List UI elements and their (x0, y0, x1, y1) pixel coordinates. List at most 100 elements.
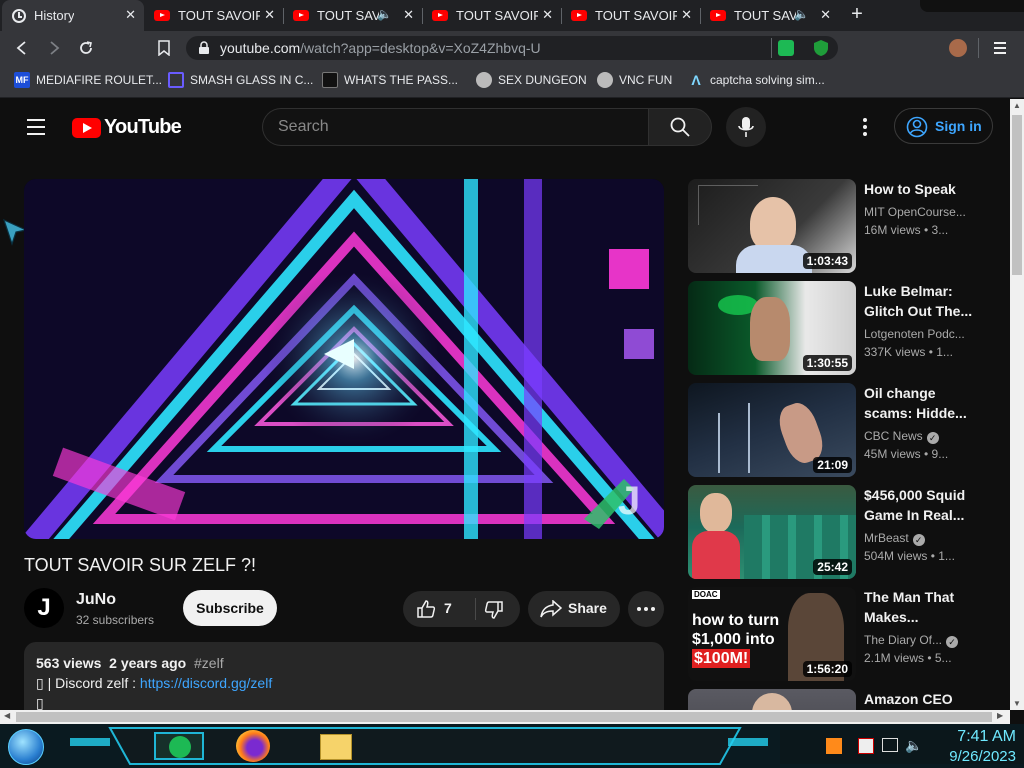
channel-watermark[interactable]: J (618, 479, 640, 524)
close-tab-icon[interactable]: ✕ (820, 7, 831, 23)
close-tab-icon[interactable]: ✕ (403, 7, 414, 23)
recommendation-item[interactable]: 1:30:55 Luke Belmar: Glitch Out The... L… (688, 281, 998, 375)
close-tab-icon[interactable]: ✕ (264, 7, 275, 23)
forward-icon[interactable] (46, 40, 62, 56)
scroll-down-icon[interactable]: ▼ (1013, 699, 1021, 708)
shield-extension-icon[interactable] (813, 39, 829, 57)
tab-youtube-1[interactable]: TOUT SAVOIR S ✕ (144, 0, 283, 31)
bookmark-captcha[interactable]: Λcaptcha solving sim... (688, 72, 824, 88)
subscribe-button[interactable]: Subscribe (183, 590, 277, 626)
bookmark-whats-the-pass[interactable]: WHATS THE PASS... (322, 72, 458, 88)
taskbar-app-spotify[interactable] (154, 732, 204, 760)
recommendation-item[interactable]: Amazon CEO (688, 689, 998, 710)
search-button[interactable] (648, 108, 712, 146)
sign-in-button[interactable]: Sign in (894, 108, 993, 144)
dislike-button[interactable] (476, 591, 520, 627)
volume-icon[interactable]: 🔈 (905, 737, 922, 754)
tab-youtube-3[interactable]: TOUT SAVOIR S ✕ (422, 0, 561, 31)
description-text: ▯ | Discord zelf : (36, 675, 140, 691)
vertical-scroll-thumb[interactable] (1012, 115, 1022, 275)
bookmark-smash-glass[interactable]: SMASH GLASS IN C... (168, 72, 313, 88)
account-icon (906, 116, 928, 138)
youtube-logo[interactable]: YouTube (72, 116, 182, 139)
video-thumbnail[interactable]: 1:30:55 (688, 281, 856, 375)
window-controls (920, 0, 1024, 12)
tab-youtube-4[interactable]: TOUT SAVOIR S ✕ (561, 0, 700, 31)
video-duration: 1:03:43 (802, 253, 852, 269)
new-tab-icon[interactable]: + (845, 4, 869, 26)
speaker-icon[interactable]: 🔈 (377, 7, 392, 21)
lock-icon[interactable] (198, 41, 210, 55)
tab-youtube-5[interactable]: TOUT SAVO 🔈 ✕ (700, 0, 839, 31)
video-player[interactable]: J (24, 179, 664, 539)
bookmark-mediafire[interactable]: MF MEDIAFIRE ROULET... (14, 72, 162, 88)
view-count: 563 views (36, 655, 102, 671)
firefox-icon[interactable] (236, 730, 270, 762)
recommendation-item[interactable]: 25:42 $456,000 Squid Game In Real... MrB… (688, 485, 998, 579)
bookmark-icon[interactable] (157, 40, 171, 56)
back-icon[interactable] (14, 40, 30, 56)
recommendation-item[interactable]: DOAC how to turn $1,000 into $100M! 1:56… (688, 587, 998, 681)
scroll-left-icon[interactable]: ◀ (4, 711, 10, 720)
tab-youtube-2[interactable]: TOUT SAVO 🔈 ✕ (283, 0, 422, 31)
speaker-icon[interactable]: 🔈 (794, 7, 809, 21)
recommendation-title[interactable]: Amazon CEO (864, 689, 986, 709)
url-text[interactable]: youtube.com/watch?app=desktop&v=XoZ4Zhbv… (220, 40, 541, 56)
recommendation-channel[interactable]: MIT OpenCourse... (864, 205, 966, 219)
close-tab-icon[interactable]: ✕ (542, 7, 553, 23)
more-options-icon[interactable] (863, 118, 867, 136)
guide-menu-icon[interactable] (27, 119, 45, 135)
channel-name[interactable]: JuNo (76, 591, 116, 609)
network-icon[interactable] (882, 738, 898, 752)
clock-date[interactable]: 9/26/2023 (926, 748, 1016, 765)
bookmark-sex-dungeon[interactable]: SEX DUNGEON (476, 72, 587, 88)
more-actions-button[interactable] (628, 591, 664, 627)
share-button[interactable]: Share (528, 591, 620, 627)
video-title: TOUT SAVOIR SUR ZELF ?! (24, 555, 257, 575)
like-button[interactable]: 7 (403, 591, 475, 627)
recommendation-title[interactable]: The Man That Makes... (864, 587, 986, 627)
video-thumbnail[interactable]: 21:09 (688, 383, 856, 477)
scroll-up-icon[interactable]: ▲ (1013, 101, 1021, 110)
extension-green-icon[interactable] (778, 40, 794, 56)
recommendation-channel[interactable]: CBC News ✓ (864, 429, 939, 444)
reload-icon[interactable] (78, 40, 94, 56)
action-center-icon[interactable] (858, 738, 874, 754)
bookmark-label: MEDIAFIRE ROULET... (36, 73, 163, 87)
recommendation-title[interactable]: $456,000 Squid Game In Real... (864, 485, 986, 525)
hashtag-link[interactable]: #zelf (194, 655, 224, 671)
tray-app-icon[interactable] (826, 738, 842, 754)
search-input[interactable]: Search (262, 108, 648, 146)
recommendation-channel[interactable]: MrBeast ✓ (864, 531, 925, 546)
recommendation-item[interactable]: 1:03:43 How to Speak MIT OpenCourse... 1… (688, 179, 998, 273)
bookmark-site-icon (322, 72, 338, 88)
tab-strip: History ✕ TOUT SAVOIR S ✕ TOUT SAVO 🔈 ✕ … (0, 0, 1024, 31)
channel-avatar[interactable]: J (24, 588, 64, 628)
voice-search-button[interactable] (726, 107, 766, 147)
horizontal-scroll-thumb[interactable] (16, 712, 992, 722)
recommendation-title[interactable]: How to Speak (864, 179, 986, 199)
video-thumbnail[interactable]: 25:42 (688, 485, 856, 579)
recommendation-title[interactable]: Oil change scams: Hidde... (864, 383, 986, 423)
video-thumbnail[interactable]: 1:03:43 (688, 179, 856, 273)
video-thumbnail[interactable] (688, 689, 856, 710)
recommendation-item[interactable]: 21:09 Oil change scams: Hidde... CBC New… (688, 383, 998, 477)
recommendation-title[interactable]: Luke Belmar: Glitch Out The... (864, 281, 986, 321)
bookmark-vnc-fun[interactable]: VNC FUN (597, 72, 672, 88)
share-icon (540, 600, 562, 618)
clock-time[interactable]: 7:41 AM (936, 728, 1016, 746)
tab-history[interactable]: History ✕ (2, 0, 144, 31)
tab-title: TOUT SAVO (317, 8, 379, 23)
close-tab-icon[interactable]: ✕ (125, 7, 136, 23)
scroll-right-icon[interactable]: ▶ (997, 711, 1003, 720)
video-thumbnail[interactable]: DOAC how to turn $1,000 into $100M! 1:56… (688, 587, 856, 681)
url-path: /watch?app=desktop&v=XoZ4Zhbvq-U (300, 40, 541, 56)
recommendation-channel[interactable]: Lotgenoten Podc... (864, 327, 965, 341)
file-explorer-icon[interactable] (320, 734, 352, 760)
browser-menu-icon[interactable] (994, 42, 1006, 59)
close-tab-icon[interactable]: ✕ (681, 7, 692, 23)
profile-avatar[interactable] (949, 39, 967, 57)
start-button[interactable] (8, 729, 44, 765)
discord-link[interactable]: https://discord.gg/zelf (140, 675, 272, 691)
recommendation-channel[interactable]: The Diary Of... ✓ (864, 633, 959, 648)
